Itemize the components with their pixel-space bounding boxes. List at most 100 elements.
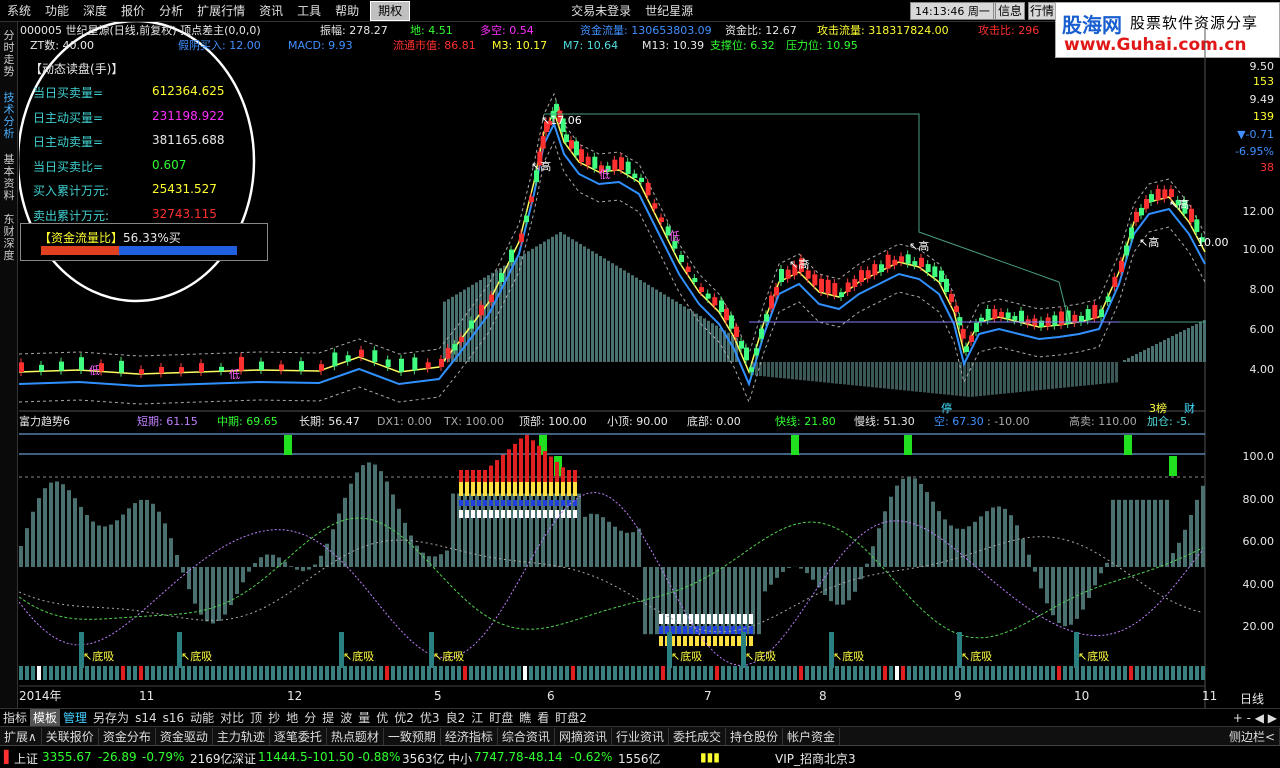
baseline-bar	[499, 666, 503, 680]
x-axis-label-7: 9	[954, 689, 962, 703]
function-tab-10[interactable]: 网摘资讯	[555, 727, 612, 745]
toolbar-item-13[interactable]: 波	[337, 709, 355, 726]
function-tab-14[interactable]: 帐户资金	[783, 727, 841, 745]
baseline-bar	[811, 666, 815, 680]
candle-body	[372, 350, 378, 362]
toolbar-item-2[interactable]: 管理	[60, 709, 90, 726]
trend-bar	[895, 485, 899, 567]
readout-value-1: 231198.922	[152, 108, 225, 123]
zx-index-label[interactable]: 中小	[448, 750, 472, 767]
function-tab-12[interactable]: 委托成交	[669, 727, 726, 745]
function-tab-0[interactable]: 扩展∧	[0, 727, 42, 745]
macd-bar	[979, 362, 982, 396]
price-scale-7: 12.00	[1242, 205, 1275, 218]
baseline-bar	[523, 666, 527, 680]
toolbar-item-11[interactable]: 分	[301, 709, 319, 726]
toolbar-item-8[interactable]: 顶	[247, 709, 265, 726]
toolbar-item-15[interactable]: 优	[373, 709, 391, 726]
function-tab-6[interactable]: 热点题材	[327, 727, 384, 745]
sz-index-label[interactable]: 深证	[232, 750, 256, 767]
login-status[interactable]: 交易未登录	[564, 0, 638, 22]
macd-bar	[971, 362, 974, 397]
trend-bar	[433, 556, 437, 567]
toolbar-item-19[interactable]: 江	[468, 709, 486, 726]
bot-stack-white	[749, 614, 753, 624]
baseline-bar	[19, 666, 23, 680]
function-tab-13[interactable]: 持仓股份	[726, 727, 783, 745]
candle-body	[459, 337, 464, 342]
header-field-2: 地: 4.51	[410, 24, 453, 37]
vip-server[interactable]: VIP_招商北京3	[775, 750, 856, 767]
toolbar-item-4[interactable]: s14	[132, 711, 160, 725]
top-stack-yellow	[513, 482, 517, 496]
toolbar-item-0[interactable]: 指标	[0, 709, 30, 726]
toolbar-item-23[interactable]: 盯盘2	[552, 709, 590, 726]
top-stack-yellow	[567, 482, 571, 496]
macd-bar	[987, 362, 990, 396]
toolbar-item-7[interactable]: 对比	[217, 709, 247, 726]
candle-body	[569, 140, 574, 149]
macd-bar	[715, 325, 718, 362]
menu-item-options[interactable]: 期权	[370, 0, 411, 21]
macd-bar	[923, 362, 926, 393]
function-tab-5[interactable]: 逐笔委托	[270, 727, 327, 745]
trend-bar	[1033, 567, 1037, 572]
baseline-bar	[121, 666, 125, 680]
baseline-bar	[1069, 666, 1073, 680]
candle-body	[659, 217, 664, 222]
baseline-bar	[1141, 666, 1145, 680]
news-button[interactable]: 信息	[995, 2, 1025, 20]
toolbar-item-5[interactable]: s16	[160, 711, 188, 725]
toolbar-item-21[interactable]: 瞧	[516, 709, 534, 726]
toolbar-item-12[interactable]: 提	[319, 709, 337, 726]
low-label-1: 低	[229, 368, 240, 381]
toolbar-item-10[interactable]: 地	[283, 709, 301, 726]
header-field-4: M3: 10.17	[492, 39, 548, 52]
sidebar-toggle[interactable]: 侧边栏<	[1225, 727, 1280, 745]
candle-body	[819, 278, 824, 292]
candle-body	[969, 335, 974, 342]
toolbar-item-20[interactable]: 盯盘	[486, 709, 516, 726]
toolbar-item-17[interactable]: 优3	[417, 709, 443, 726]
top-stack-white	[465, 510, 469, 518]
function-tab-1[interactable]: 关联报价	[42, 727, 99, 745]
baseline-bar	[595, 666, 599, 680]
top-stack-yellow	[495, 482, 499, 496]
quote-button[interactable]: 行情	[1028, 2, 1056, 20]
macd-bar	[1175, 334, 1178, 362]
function-tab-7[interactable]: 一致预期	[384, 727, 441, 745]
function-tab-2[interactable]: 资金分布	[99, 727, 156, 745]
toolbar-item-3[interactable]: 另存为	[90, 709, 132, 726]
candle-body	[979, 317, 984, 322]
candle-body	[579, 149, 584, 162]
toolbar-item-9[interactable]: 抄	[265, 709, 283, 726]
trend-bar	[685, 567, 689, 635]
baseline-bar	[265, 666, 269, 680]
toolbar-item-16[interactable]: 优2	[391, 709, 417, 726]
function-tab-3[interactable]: 资金驱动	[156, 727, 213, 745]
toolbar-item-22[interactable]: 看	[534, 709, 552, 726]
bot-stack-white	[737, 614, 741, 624]
trend-bar	[1189, 515, 1193, 567]
baseline-bar	[865, 666, 869, 680]
macd-bar	[795, 362, 798, 380]
baseline-bar	[277, 666, 281, 680]
baseline-bar	[757, 666, 761, 680]
toolbar-item-14[interactable]: 量	[355, 709, 373, 726]
function-tab-8[interactable]: 经济指标	[441, 727, 498, 745]
baseline-bar	[253, 666, 257, 680]
menu-item-8[interactable]: 帮助	[328, 0, 366, 22]
baseline-bar	[931, 666, 935, 680]
toolbar-item-6[interactable]: 动能	[187, 709, 217, 726]
toolbar-item-1[interactable]: 模板	[30, 709, 61, 726]
macd-bar	[567, 236, 570, 362]
function-tab-4[interactable]: 主力轨迹	[213, 727, 270, 745]
menu-item-7[interactable]: 工具	[290, 0, 328, 22]
baseline-bar	[217, 666, 221, 680]
toolbar-item-18[interactable]: 良2	[443, 709, 469, 726]
function-tab-9[interactable]: 综合资讯	[498, 727, 555, 745]
macd-bar	[1007, 362, 1010, 394]
function-tab-11[interactable]: 行业资讯	[612, 727, 669, 745]
sh-index-label[interactable]: 上证	[14, 750, 38, 767]
toolbar-nav-buttons[interactable]: + - ◀ ▶	[1230, 711, 1280, 725]
